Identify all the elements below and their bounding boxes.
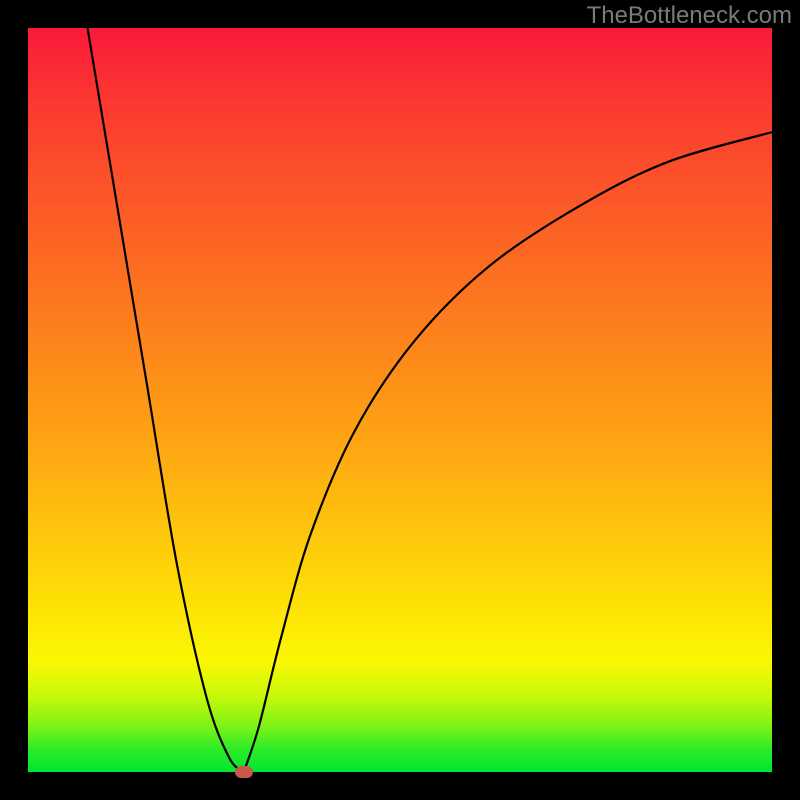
- chart-plot-area: [28, 28, 772, 772]
- curve-left-branch: [88, 28, 244, 772]
- chart-frame: TheBottleneck.com: [0, 0, 800, 800]
- curve-right-branch: [244, 132, 772, 772]
- watermark-text: TheBottleneck.com: [587, 2, 792, 30]
- chart-curve-svg: [28, 28, 772, 772]
- minimum-marker: [235, 766, 253, 778]
